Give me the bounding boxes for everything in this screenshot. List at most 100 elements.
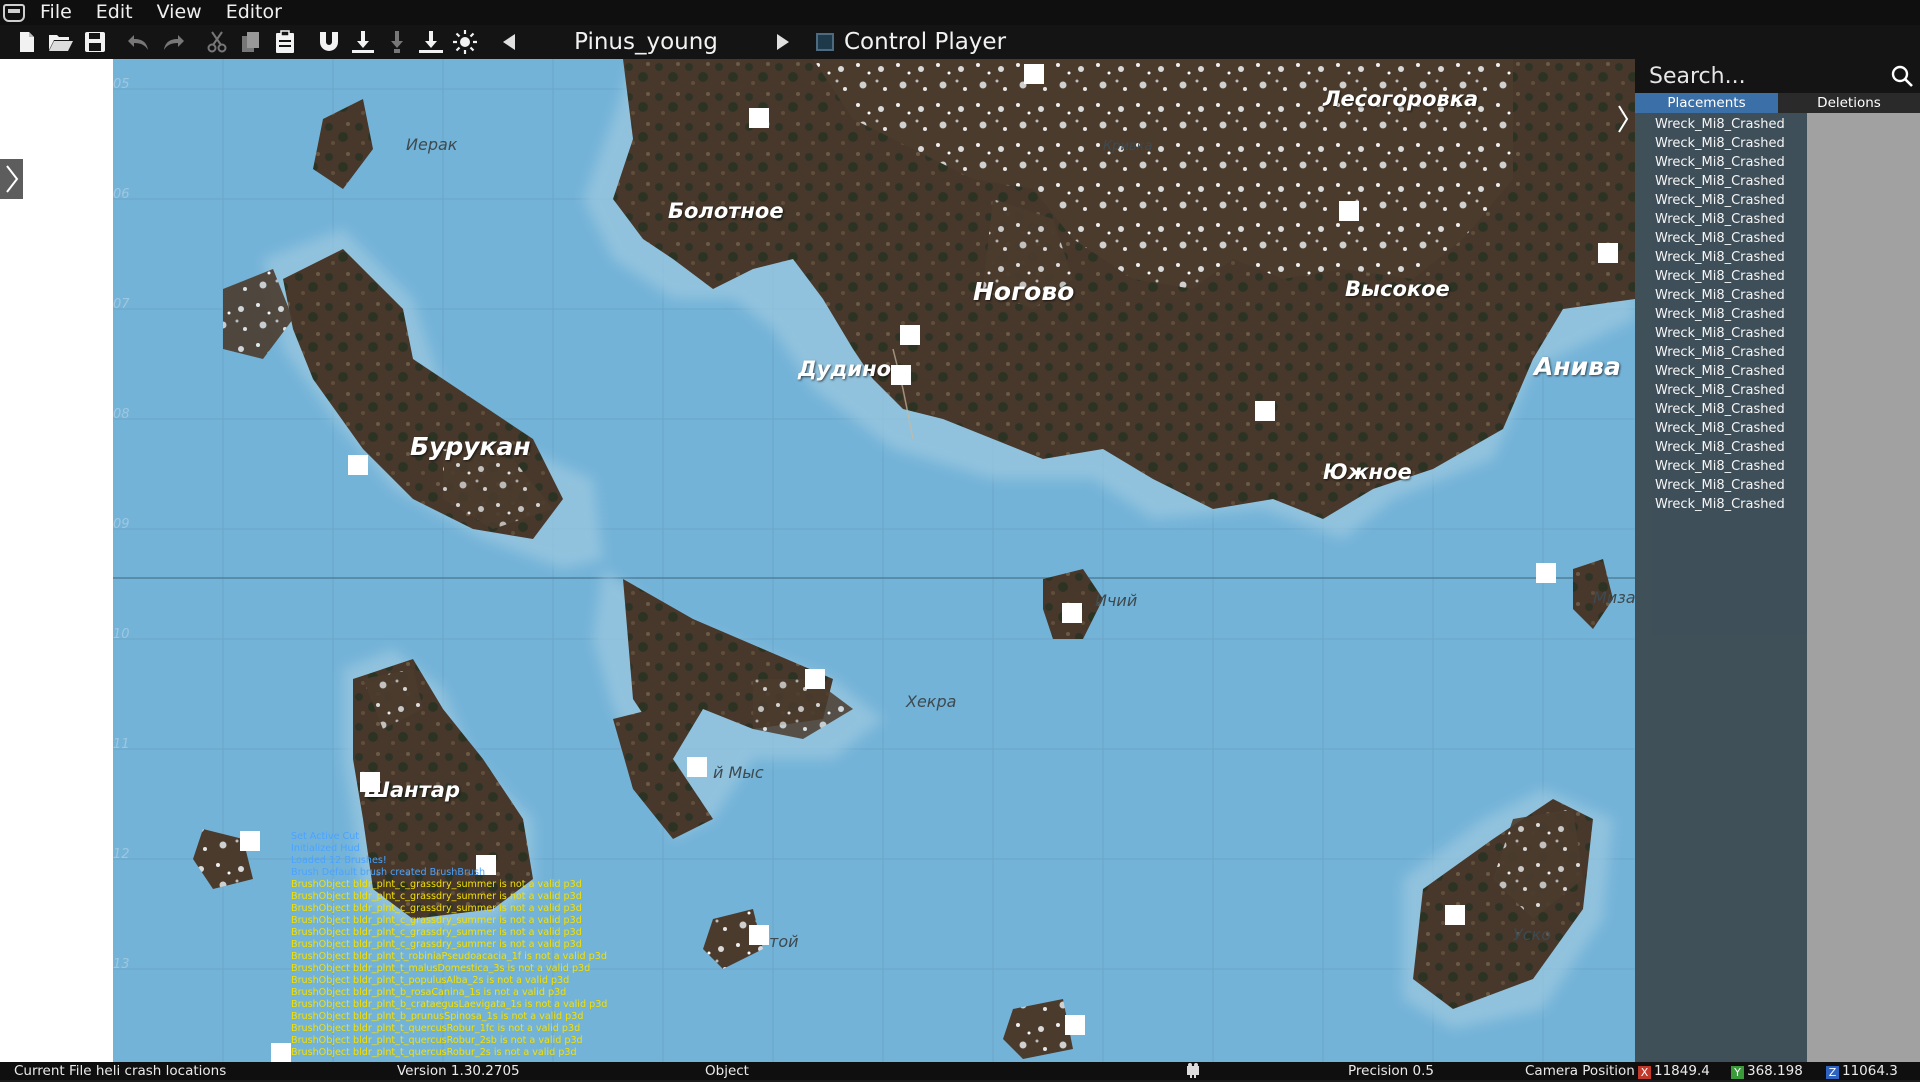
expand-left-panel-button[interactable] [0,159,23,199]
menu-file[interactable]: File [28,0,84,25]
list-item[interactable]: Wreck_Mi8_Crashed [1635,362,1807,381]
status-bar: Current File heli crash locations Versio… [0,1062,1920,1080]
town-label: й Мыс [713,763,764,782]
magnet-icon[interactable] [312,25,346,59]
current-file-label: Current File heli crash locations [14,1063,227,1079]
log-line: BrushObject bldr_plnt_t_robiniaPseudoaca… [291,951,607,962]
list-item[interactable]: Wreck_Mi8_Crashed [1635,229,1807,248]
town-label: Ичий [1095,591,1138,610]
crash-marker[interactable] [240,831,260,851]
list-item[interactable]: Wreck_Mi8_Crashed [1635,343,1807,362]
list-item[interactable]: Wreck_Mi8_Crashed [1635,324,1807,343]
list-item[interactable]: Wreck_Mi8_Crashed [1635,191,1807,210]
town-label: Анива [1534,352,1621,381]
camera-z: Z 11064.3 [1826,1063,1898,1079]
list-item[interactable]: Wreck_Mi8_Crashed [1635,248,1807,267]
list-item[interactable]: Wreck_Mi8_Crashed [1635,381,1807,400]
grid-label: 08 [113,407,130,422]
paste-icon[interactable] [268,25,302,59]
list-item[interactable]: Wreck_Mi8_Crashed [1635,457,1807,476]
list-item[interactable]: Wreck_Mi8_Crashed [1635,286,1807,305]
console-log: Set Active Cut Initialized Hud Loaded 12… [291,831,711,1059]
list-item[interactable]: Wreck_Mi8_Crashed [1635,419,1807,438]
snap-surface-icon[interactable] [414,25,448,59]
tab-deletions[interactable]: Deletions [1778,93,1920,113]
menu-edit[interactable]: Edit [84,0,145,25]
list-item[interactable]: Wreck_Mi8_Crashed [1635,172,1807,191]
crash-marker[interactable] [1339,201,1359,221]
crash-marker[interactable] [1598,243,1618,263]
search-icon[interactable] [1890,64,1914,88]
list-item[interactable]: Wreck_Mi8_Crashed [1635,495,1807,514]
precision-label: Precision 0.5 [1348,1063,1434,1079]
list-tabs: Placements Deletions [1635,93,1920,113]
new-file-icon[interactable] [10,25,44,59]
town-label: Лесогоровка [1323,87,1479,111]
crash-marker[interactable] [1065,1015,1085,1035]
log-line: Loaded 12 Brushes! [291,855,387,866]
town-label: Хекра [906,692,957,711]
tab-placements[interactable]: Placements [1635,93,1778,113]
open-folder-icon[interactable] [44,25,78,59]
list-item[interactable]: Wreck_Mi8_Crashed [1635,267,1807,286]
map-viewport[interactable]: 05 06 07 08 09 10 11 12 13 Лесогоровка Б… [113,59,1635,1062]
snap-object-icon[interactable] [380,25,414,59]
chevron-right-icon [5,165,18,193]
crash-marker[interactable] [1062,603,1082,623]
crash-marker[interactable] [1255,401,1275,421]
search-input[interactable] [1635,61,1875,91]
chevron-right-icon [1618,105,1629,133]
crash-marker[interactable] [1024,64,1044,84]
log-line: BrushObject bldr_plnt_b_rosaCanina_1s is… [291,987,567,998]
cut-icon[interactable] [200,25,234,59]
list-item[interactable]: Wreck_Mi8_Crashed [1635,438,1807,457]
log-line: BrushObject bldr_plnt_t_quercusRobur_1fc… [291,1023,581,1034]
redo-icon[interactable] [156,25,190,59]
crash-marker[interactable] [271,1043,291,1062]
camera-z-value: 11064.3 [1842,1063,1898,1079]
next-template-button[interactable] [766,25,800,59]
log-line: BrushObject bldr_plnt_t_malusDomestica_3… [291,963,591,974]
undo-icon[interactable] [122,25,156,59]
save-icon[interactable] [78,25,112,59]
crash-marker[interactable] [805,669,825,689]
menu-editor[interactable]: Editor [214,0,294,25]
list-item[interactable]: Wreck_Mi8_Crashed [1635,476,1807,495]
list-item[interactable]: Wreck_Mi8_Crashed [1635,153,1807,172]
grid-label: 06 [113,187,130,202]
list-item[interactable]: Wreck_Mi8_Crashed [1635,210,1807,229]
list-item[interactable]: Wreck_Mi8_Crashed [1635,134,1807,153]
list-item[interactable]: Wreck_Mi8_Crashed [1635,115,1807,134]
list-scrollbar-area[interactable] [1807,113,1920,1062]
crash-marker[interactable] [749,108,769,128]
previous-template-button[interactable] [492,25,526,59]
crash-marker[interactable] [891,365,911,385]
crash-marker[interactable] [348,455,368,475]
copy-icon[interactable] [234,25,268,59]
brightness-icon[interactable] [448,25,482,59]
camera-y: Y 368.198 [1731,1063,1803,1079]
search-bar [1635,59,1920,93]
crash-marker[interactable] [360,772,380,792]
snap-ground-icon[interactable] [346,25,380,59]
control-player-checkbox[interactable] [816,33,834,51]
town-label: Дудино [798,357,892,381]
log-line: Brush Default brush created BrushBrush [291,867,486,878]
crash-marker[interactable] [687,757,707,777]
crash-marker[interactable] [749,925,769,945]
list-item[interactable]: Wreck_Mi8_Crashed [1635,400,1807,419]
list-item[interactable]: Wreck_Mi8_Crashed [1635,305,1807,324]
x-axis-badge: X [1638,1066,1651,1079]
crash-marker[interactable] [900,325,920,345]
menu-view[interactable]: View [145,0,214,25]
grid-label: 07 [113,297,130,312]
crash-marker[interactable] [1536,563,1556,583]
z-axis-badge: Z [1826,1066,1839,1079]
camera-position-label: Camera Position [1525,1063,1635,1079]
collapse-right-panel-button[interactable] [1613,99,1633,139]
log-line: BrushObject bldr_plnt_c_grassdry_summer … [291,915,582,926]
placements-list: Wreck_Mi8_Crashed Wreck_Mi8_Crashed Wrec… [1635,113,1807,1062]
camera-mode-icon[interactable] [1185,1062,1201,1082]
crash-marker[interactable] [1445,905,1465,925]
template-name: Pinus_young [574,29,718,55]
